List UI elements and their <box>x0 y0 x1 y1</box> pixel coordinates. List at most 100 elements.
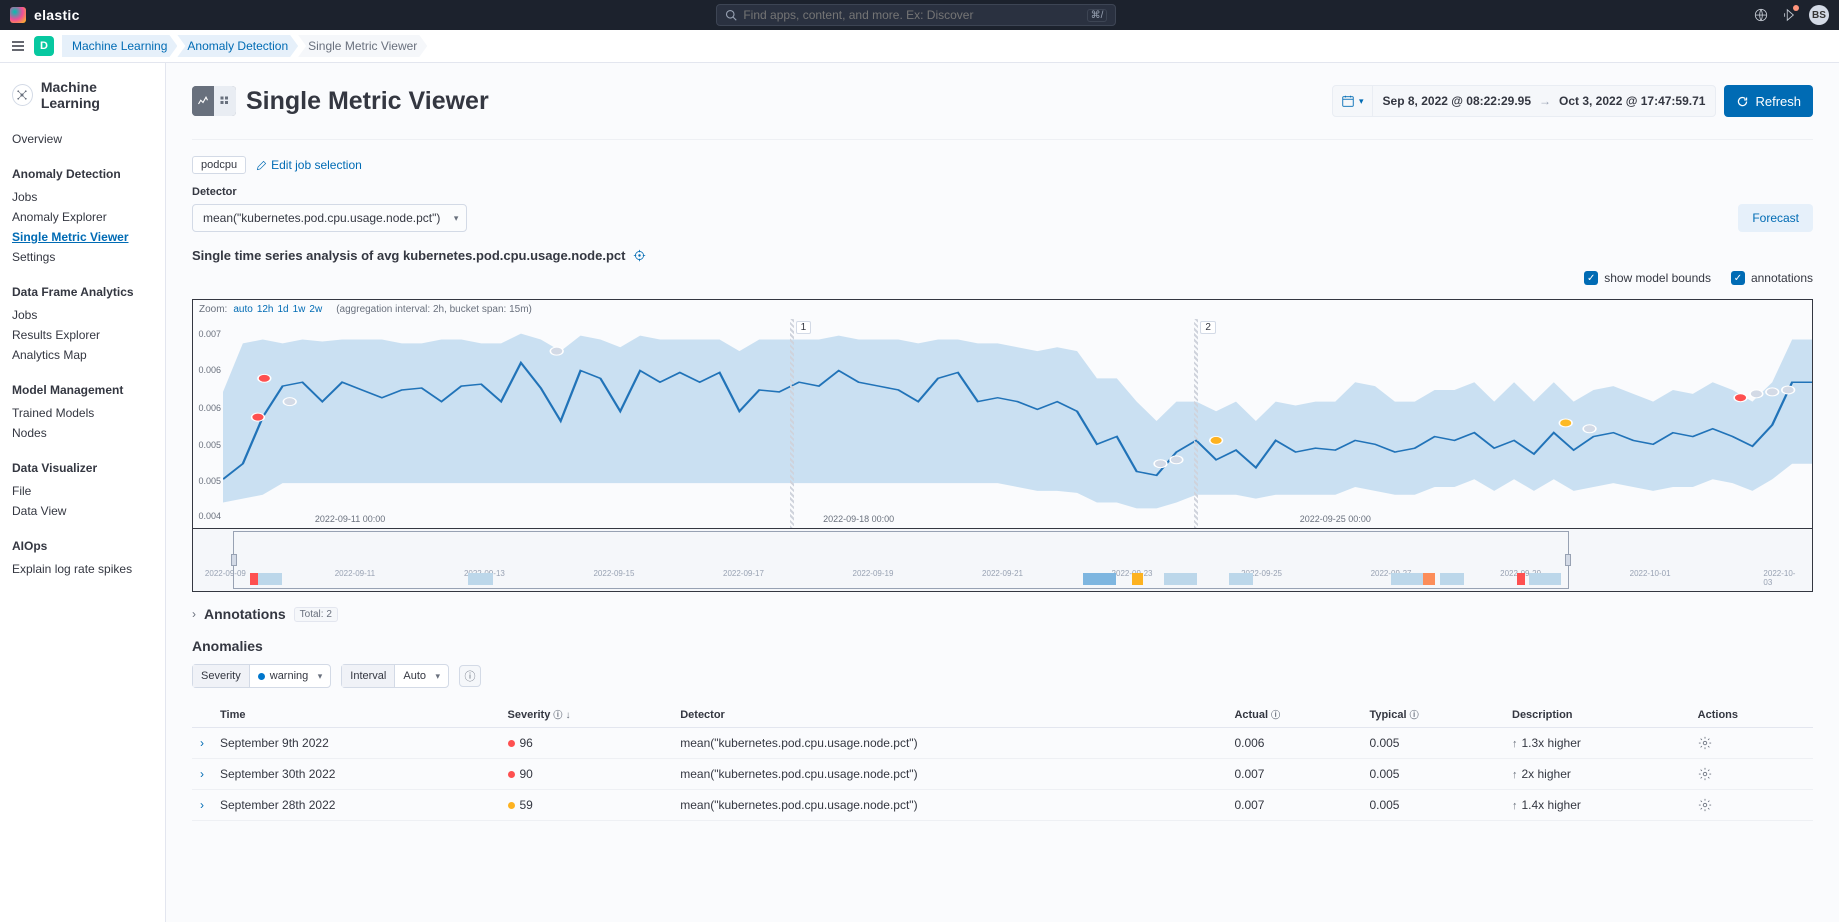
table-row: ›September 28th 202259mean("kubernetes.p… <box>192 790 1813 821</box>
zoom-link[interactable]: 12h <box>257 304 274 315</box>
sidebar-item[interactable]: Nodes <box>12 423 153 443</box>
col-severity[interactable]: Severity ⓘ ↓ <box>500 702 673 728</box>
app-icon <box>12 84 33 106</box>
zoom-link[interactable]: 2w <box>309 304 322 315</box>
zoom-link[interactable]: auto <box>233 304 252 315</box>
col-typical[interactable]: Typical ⓘ <box>1361 702 1504 728</box>
col-description[interactable]: Description <box>1504 702 1690 728</box>
page-title: Single Metric Viewer <box>246 87 489 116</box>
sidebar-group: Anomaly Detection <box>12 167 153 181</box>
date-to: Oct 3, 2022 @ 17:47:59.71 <box>1559 94 1705 108</box>
zoom-link[interactable]: 1d <box>278 304 289 315</box>
col-actual[interactable]: Actual ⓘ <box>1226 702 1361 728</box>
table-row: ›September 30th 202290mean("kubernetes.p… <box>192 759 1813 790</box>
space-badge[interactable]: D <box>34 36 54 56</box>
annotation-marker[interactable] <box>790 319 794 528</box>
top-bar: elastic ⌘/ BS <box>0 0 1839 30</box>
detector-select[interactable]: mean("kubernetes.pod.cpu.usage.node.pct"… <box>192 204 467 232</box>
col-detector[interactable]: Detector <box>672 702 1226 728</box>
annotation-marker[interactable] <box>1194 319 1198 528</box>
swimlane[interactable]: 2022-09-092022-09-112022-09-132022-09-15… <box>193 529 1812 591</box>
cell-time: September 9th 2022 <box>212 728 500 759</box>
job-badge[interactable]: podcpu <box>192 156 246 174</box>
global-search[interactable]: ⌘/ <box>716 4 1116 26</box>
view-toggle-explorer[interactable] <box>214 86 236 116</box>
cell-severity: 90 <box>500 759 673 790</box>
sidebar-item[interactable]: Jobs <box>12 187 153 207</box>
sidebar-item[interactable]: Jobs <box>12 305 153 325</box>
view-toggle-viewer[interactable] <box>192 86 214 116</box>
annotations-accordion[interactable]: › Annotations Total: 2 <box>192 606 1813 622</box>
cell-typical: 0.005 <box>1361 790 1504 821</box>
breadcrumb-item[interactable]: Machine Learning <box>62 35 177 57</box>
chevron-down-icon: ▾ <box>1359 96 1364 107</box>
severity-filter[interactable]: Severity warning▾ <box>192 664 331 688</box>
sidebar-item[interactable]: Settings <box>12 247 153 267</box>
col-time[interactable]: Time <box>212 702 500 728</box>
search-input[interactable] <box>743 8 1080 22</box>
interval-filter[interactable]: Interval Auto▾ <box>341 664 449 688</box>
cell-time: September 28th 2022 <box>212 790 500 821</box>
analysis-title: Single time series analysis of avg kuber… <box>192 248 1813 263</box>
sidebar-group: Data Frame Analytics <box>12 285 153 299</box>
sidebar-item[interactable]: Anomaly Explorer <box>12 207 153 227</box>
sidebar-item[interactable]: Trained Models <box>12 403 153 423</box>
swimlane-handle-right[interactable] <box>1565 554 1571 566</box>
cell-severity: 59 <box>500 790 673 821</box>
breadcrumb: Machine Learning Anomaly Detection Singl… <box>62 35 427 57</box>
calendar-icon[interactable]: ▾ <box>1333 86 1373 116</box>
checkbox-annotations[interactable]: ✓annotations <box>1731 271 1813 285</box>
edit-job-selection-link[interactable]: Edit job selection <box>256 158 362 172</box>
time-series-chart[interactable]: 0.0070.0060.0060.0050.0050.004 2022-09-1… <box>193 319 1812 529</box>
cell-actual: 0.007 <box>1226 790 1361 821</box>
search-icon <box>725 9 737 21</box>
user-avatar[interactable]: BS <box>1809 5 1829 25</box>
gear-icon[interactable] <box>1698 798 1805 812</box>
help-icon[interactable] <box>1753 7 1769 23</box>
refresh-icon <box>1736 95 1749 108</box>
newsfeed-icon[interactable] <box>1781 7 1797 23</box>
cell-actual: 0.007 <box>1226 759 1361 790</box>
zoom-link[interactable]: 1w <box>293 304 306 315</box>
pencil-icon <box>256 160 267 171</box>
nav-toggle-icon[interactable] <box>10 38 26 54</box>
swimlane-handle-left[interactable] <box>231 554 237 566</box>
brand-text: elastic <box>34 7 80 23</box>
anomalies-header: Anomalies <box>192 638 1813 654</box>
sidebar-item-overview[interactable]: Overview <box>12 129 153 149</box>
chevron-down-icon: ▾ <box>435 671 440 682</box>
sidebar-item[interactable]: Data View <box>12 501 153 521</box>
gear-icon[interactable] <box>1698 767 1805 781</box>
sidebar-item[interactable]: Results Explorer <box>12 325 153 345</box>
gear-icon[interactable] <box>1698 736 1805 750</box>
anomalies-table: Time Severity ⓘ ↓ Detector Actual ⓘ Typi… <box>192 702 1813 821</box>
main-content: Single Metric Viewer ▾ Sep 8, 2022 @ 08:… <box>166 63 1839 922</box>
y-axis-ticks: 0.0070.0060.0060.0050.0050.004 <box>195 319 223 528</box>
table-row: ›September 9th 202296mean("kubernetes.po… <box>192 728 1813 759</box>
annotations-count-badge: Total: 2 <box>294 607 338 622</box>
expand-row-icon[interactable]: › <box>192 728 212 759</box>
sidebar-item[interactable]: Explain log rate spikes <box>12 559 153 579</box>
cell-description: ↑1.4x higher <box>1504 790 1690 821</box>
view-toggle <box>192 86 236 116</box>
sidebar-item[interactable]: Single Metric Viewer <box>12 227 153 247</box>
refresh-button[interactable]: Refresh <box>1724 85 1813 117</box>
checkbox-model-bounds[interactable]: ✓show model bounds <box>1584 271 1711 285</box>
cell-detector: mean("kubernetes.pod.cpu.usage.node.pct"… <box>672 759 1226 790</box>
cell-actions <box>1690 759 1813 790</box>
date-picker[interactable]: ▾ Sep 8, 2022 @ 08:22:29.95 → Oct 3, 202… <box>1332 85 1716 117</box>
sidebar-item[interactable]: Analytics Map <box>12 345 153 365</box>
sidebar-group: Data Visualizer <box>12 461 153 475</box>
info-button[interactable]: ⓘ <box>459 665 481 687</box>
sidebar-item[interactable]: File <box>12 481 153 501</box>
expand-row-icon[interactable]: › <box>192 759 212 790</box>
forecast-button[interactable]: Forecast <box>1738 204 1813 232</box>
breadcrumb-item[interactable]: Anomaly Detection <box>177 35 298 57</box>
search-kbd: ⌘/ <box>1087 9 1108 22</box>
expand-row-icon[interactable]: › <box>192 790 212 821</box>
cell-actions <box>1690 728 1813 759</box>
target-icon[interactable] <box>633 249 646 262</box>
cell-actions <box>1690 790 1813 821</box>
chevron-right-icon: › <box>192 607 196 621</box>
sidebar-title: Machine Learning <box>41 79 153 111</box>
